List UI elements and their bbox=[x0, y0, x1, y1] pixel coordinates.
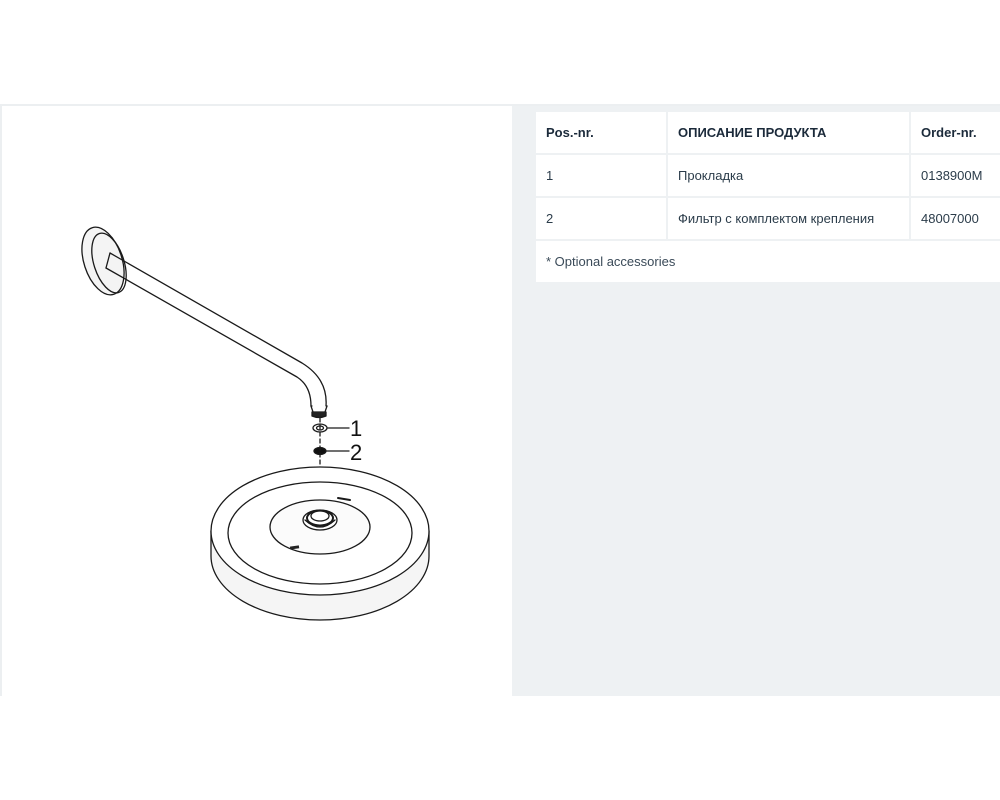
cell-order-nr[interactable]: 48007000 bbox=[911, 198, 1000, 239]
header-order-nr: Order-nr. bbox=[911, 112, 1000, 153]
table-header-row: Pos.-nr. ОПИСАНИЕ ПРОДУКТА Order-nr. bbox=[536, 112, 1000, 153]
callout-label-1: 1 bbox=[350, 416, 362, 441]
shower-head bbox=[210, 466, 430, 621]
cell-pos: 1 bbox=[536, 155, 668, 196]
cell-description: Фильтр с комплектом крепления bbox=[668, 198, 911, 239]
header-description: ОПИСАНИЕ ПРОДУКТА bbox=[668, 112, 911, 153]
footnote-row: * Optional accessories bbox=[536, 241, 1000, 282]
parts-table-panel: Pos.-nr. ОПИСАНИЕ ПРОДУКТА Order-nr. 1 П… bbox=[512, 106, 1000, 696]
exploded-view-drawing: 1 2 bbox=[81, 226, 430, 621]
spare-parts-section: 1 2 Pos.-nr. ОПИСАНИЕ ПРОДУКТА Order-nr.… bbox=[0, 104, 1000, 696]
header-pos-nr: Pos.-nr. bbox=[536, 112, 668, 153]
cell-pos: 2 bbox=[536, 198, 668, 239]
cell-order-nr[interactable]: 0138900M bbox=[911, 155, 1000, 196]
shower-arm bbox=[105, 252, 328, 419]
cell-description: Прокладка bbox=[668, 155, 911, 196]
table-row: 1 Прокладка 0138900M bbox=[536, 155, 1000, 196]
optional-accessories-note: * Optional accessories bbox=[536, 241, 1000, 282]
exploded-drawing-panel: 1 2 bbox=[0, 106, 512, 696]
parts-table: Pos.-nr. ОПИСАНИЕ ПРОДУКТА Order-nr. 1 П… bbox=[536, 110, 1000, 284]
table-row: 2 Фильтр с комплектом крепления 48007000 bbox=[536, 198, 1000, 239]
callout-label-2: 2 bbox=[350, 440, 362, 465]
